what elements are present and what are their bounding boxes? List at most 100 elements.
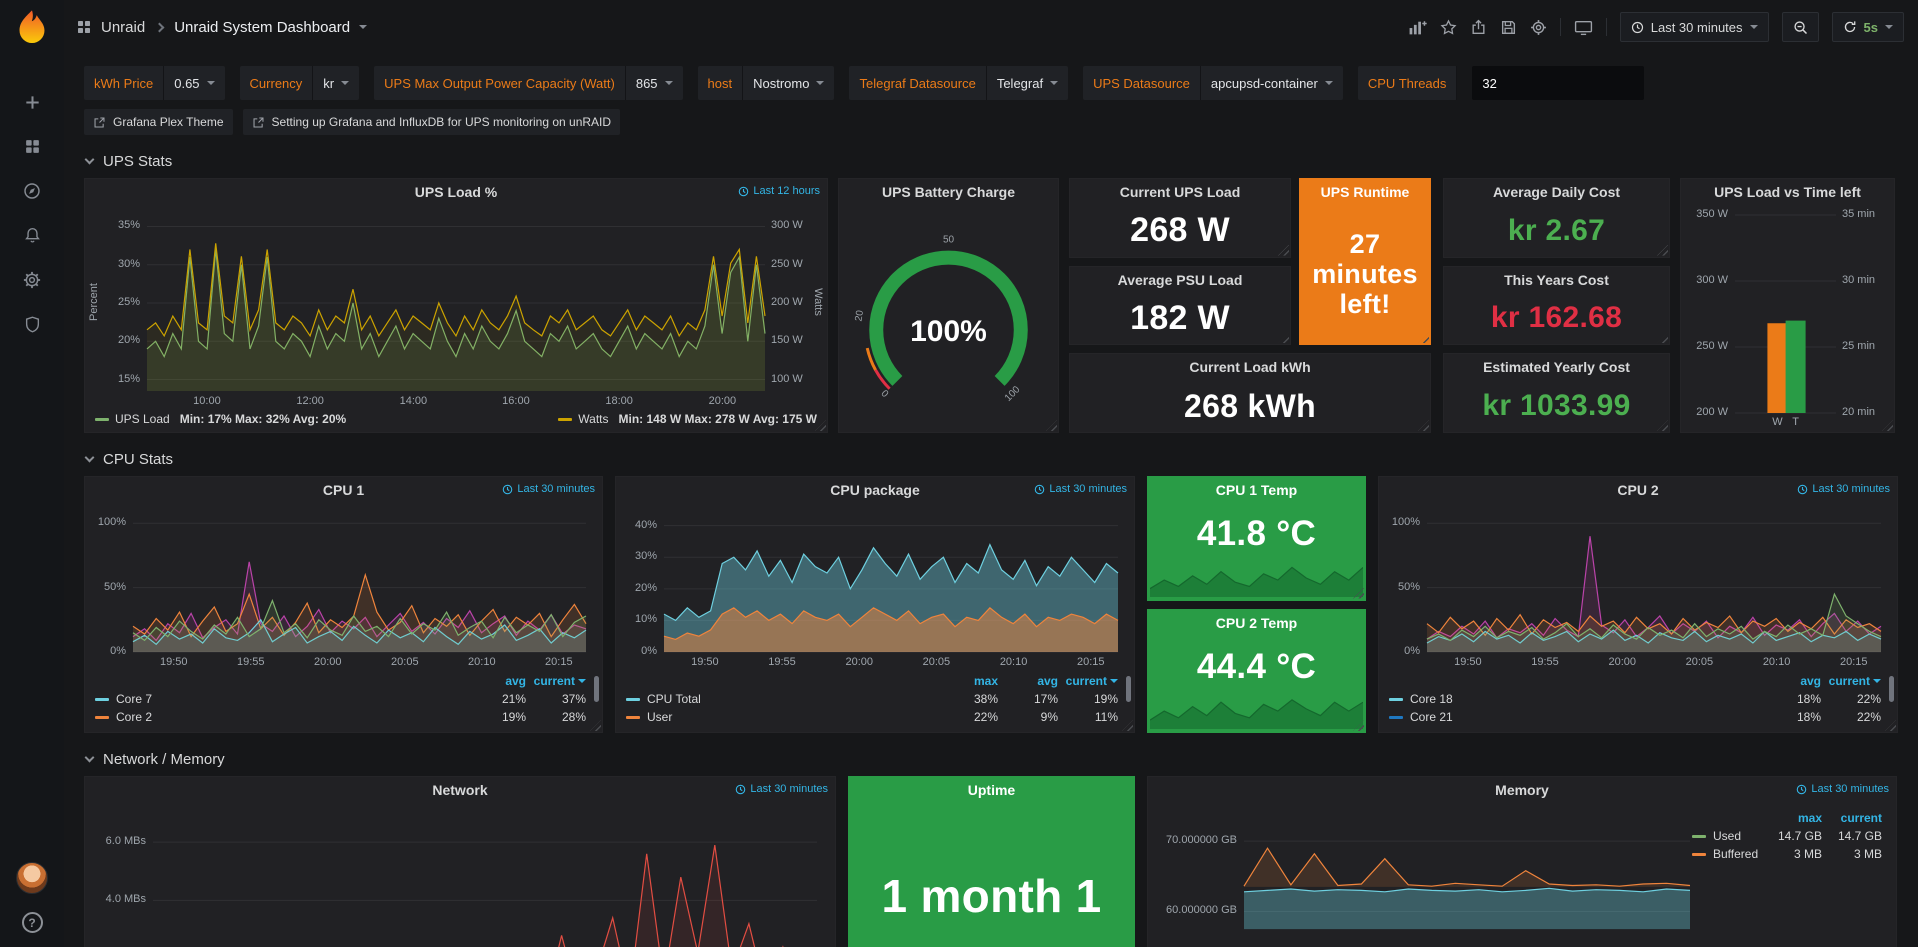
panel-title[interactable]: This Years Cost <box>1444 267 1669 293</box>
title-caret-icon[interactable] <box>359 25 367 29</box>
breadcrumb-folder[interactable]: Unraid <box>101 19 145 36</box>
legend-sort-header[interactable]: current <box>526 674 586 688</box>
variable-value-dropdown[interactable]: 865 <box>626 66 683 100</box>
section-header-network-memory[interactable]: Network / Memory <box>86 751 1898 768</box>
panel-time-range[interactable]: Last 30 minutes <box>502 483 595 495</box>
legend-series-name[interactable]: Core 7 <box>95 692 466 706</box>
legend-row: User22%9%11% <box>626 708 1118 726</box>
chevron-down-icon <box>665 81 673 85</box>
alerting-bell-icon[interactable] <box>24 227 41 244</box>
legend-sort-header[interactable]: current <box>1058 674 1118 688</box>
panel-time-range[interactable]: Last 30 minutes <box>1796 783 1889 795</box>
legend-entry[interactable]: WattsMin: 148 W Max: 278 W Avg: 175 W <box>558 412 817 426</box>
panel-title[interactable]: UPS Load vs Time left <box>1681 179 1894 205</box>
legend-series-name[interactable]: Buffered <box>1692 847 1762 861</box>
panel-title[interactable]: UPS Runtime <box>1300 179 1430 205</box>
variable-label: UPS Max Output Power Capacity (Watt) <box>374 66 626 100</box>
ups-vs-time-chart[interactable]: WT200 W250 W300 W350 W20 min25 min30 min… <box>1683 207 1892 432</box>
legend-header-row: avgcurrent <box>1389 672 1881 690</box>
star-icon[interactable] <box>1440 19 1457 36</box>
network-memory-row: Network Last 30 minutes 2.0 MBs4.0 MBs6.… <box>84 776 1898 947</box>
legend-sort-header[interactable]: avg <box>466 674 526 688</box>
variable-value-dropdown[interactable]: Nostromo <box>743 66 834 100</box>
explore-compass-icon[interactable] <box>23 182 41 200</box>
refresh-interval-label: 5s <box>1864 20 1878 35</box>
variable-value-dropdown[interactable]: kr <box>313 66 359 100</box>
zoom-out-button[interactable] <box>1782 12 1819 42</box>
time-range-picker[interactable]: Last 30 minutes <box>1620 12 1769 42</box>
panel-title[interactable]: UPS Load % <box>85 179 827 205</box>
cpu-threads-input[interactable] <box>1472 66 1644 100</box>
dashboard-link-ups-monitoring[interactable]: Setting up Grafana and InfluxDB for UPS … <box>243 109 621 135</box>
ups-load-chart[interactable]: 15%20%25%30%35%100 W150 W200 W250 W300 W… <box>87 207 825 410</box>
legend-sort-header[interactable]: max <box>1762 811 1822 825</box>
legend-series-name[interactable]: CPU Total <box>626 692 938 706</box>
legend-sort-header[interactable]: avg <box>1761 674 1821 688</box>
section-header-cpu-stats[interactable]: CPU Stats <box>86 451 1898 468</box>
settings-gear-icon[interactable] <box>1530 19 1547 36</box>
svg-text:100%: 100% <box>910 315 987 348</box>
add-panel-icon[interactable] <box>1408 19 1427 36</box>
configuration-gear-icon[interactable] <box>23 271 41 289</box>
breadcrumb-chevron-icon <box>155 22 165 32</box>
user-avatar[interactable] <box>16 862 48 894</box>
cpu2-chart[interactable]: 0%50%100%19:5019:5520:0020:0520:1020:15 <box>1381 505 1895 671</box>
section-header-ups-stats[interactable]: UPS Stats <box>86 153 1898 170</box>
panel-cpu1: CPU 1 Last 30 minutes 0%50%100%19:5019:5… <box>84 476 603 733</box>
cycle-view-monitor-icon[interactable] <box>1574 19 1593 36</box>
panel-title[interactable]: Memory <box>1148 777 1896 803</box>
save-icon[interactable] <box>1500 19 1517 36</box>
legend-series-name[interactable]: Core 2 <box>95 710 466 724</box>
dashboard-title[interactable]: Unraid System Dashboard <box>174 19 350 36</box>
panel-time-range[interactable]: Last 30 minutes <box>1034 483 1127 495</box>
legend-series-name[interactable]: Used <box>1692 829 1762 843</box>
panel-cpu2: CPU 2 Last 30 minutes 0%50%100%19:5019:5… <box>1378 476 1898 733</box>
cpu1-chart[interactable]: 0%50%100%19:5019:5520:0020:0520:1020:15 <box>87 505 600 671</box>
variable-value-dropdown[interactable]: apcupsd-container <box>1201 66 1343 100</box>
svg-text:20: 20 <box>854 309 867 322</box>
panel-time-range[interactable]: Last 30 minutes <box>735 783 828 795</box>
battery-gauge[interactable]: 02050100100% <box>839 205 1058 432</box>
panel-time-range[interactable]: Last 12 hours <box>738 185 820 197</box>
chevron-down-icon <box>1050 81 1058 85</box>
legend-entry[interactable]: UPS LoadMin: 17% Max: 32% Avg: 20% <box>95 412 346 426</box>
legend-sort-header[interactable]: max <box>938 674 998 688</box>
panel-title[interactable]: UPS Battery Charge <box>839 179 1058 205</box>
legend-series-name[interactable]: User <box>626 710 938 724</box>
legend-series-name[interactable]: Core 21 <box>1389 710 1761 724</box>
legend-value: 38% <box>938 692 998 706</box>
chevron-down-icon <box>85 155 95 165</box>
legend-sort-header[interactable]: current <box>1821 674 1881 688</box>
panel-ups-battery-charge: UPS Battery Charge 02050100100% <box>838 178 1059 433</box>
network-chart[interactable]: 2.0 MBs4.0 MBs6.0 MBs <box>87 805 833 947</box>
dashboards-icon[interactable] <box>24 138 41 155</box>
cpu-temp-column: CPU 1 Temp 41.8 °C CPU 2 Temp 44.4 °C <box>1147 476 1366 733</box>
legend-header-row: maxcurrent <box>1692 809 1882 827</box>
share-icon[interactable] <box>1470 19 1487 36</box>
variable-value-dropdown[interactable]: 0.65 <box>164 66 224 100</box>
help-icon[interactable]: ? <box>22 912 43 933</box>
panel-title[interactable]: Current UPS Load <box>1070 179 1290 205</box>
cpu2-temp-sparkline <box>1150 688 1363 730</box>
panel-title[interactable]: Average PSU Load <box>1070 267 1290 293</box>
legend-header-row: avgcurrent <box>95 672 586 690</box>
cpu-package-chart[interactable]: 0%10%20%30%40%19:5019:5520:0020:0520:102… <box>618 505 1132 671</box>
panel-time-range[interactable]: Last 30 minutes <box>1797 483 1890 495</box>
server-admin-shield-icon[interactable] <box>24 316 41 333</box>
panel-title[interactable]: CPU 2 Temp <box>1148 610 1365 636</box>
grafana-logo-icon[interactable] <box>13 8 51 46</box>
legend-sort-header[interactable]: avg <box>998 674 1058 688</box>
create-plus-icon[interactable] <box>24 94 41 111</box>
legend-series-name[interactable]: Core 18 <box>1389 692 1761 706</box>
refresh-picker[interactable]: 5s <box>1832 12 1904 42</box>
dashboard-link-plex-theme[interactable]: Grafana Plex Theme <box>84 109 233 135</box>
external-link-icon <box>252 116 265 129</box>
panel-title[interactable]: Network <box>85 777 835 803</box>
panel-title[interactable]: CPU 1 Temp <box>1148 477 1365 503</box>
panel-title[interactable]: Uptime <box>849 777 1134 803</box>
variable-value-dropdown[interactable]: Telegraf <box>987 66 1068 100</box>
legend-sort-header[interactable]: current <box>1822 811 1882 825</box>
panel-title[interactable]: Current Load kWh <box>1070 354 1430 380</box>
panel-title[interactable]: Average Daily Cost <box>1444 179 1669 205</box>
panel-title[interactable]: Estimated Yearly Cost <box>1444 354 1669 380</box>
